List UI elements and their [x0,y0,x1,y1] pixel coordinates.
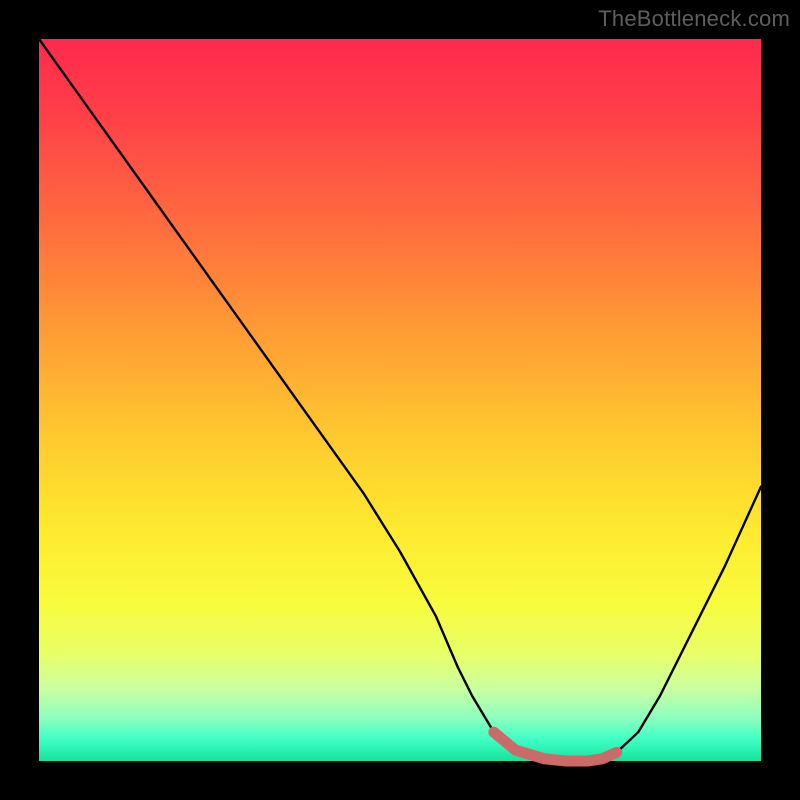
attribution-text: TheBottleneck.com [598,6,790,32]
bottleneck-curve [39,39,761,761]
chart-plot-area [39,39,761,761]
chart-svg [39,39,761,761]
chart-frame: TheBottleneck.com [0,0,800,800]
highlight-segment [494,732,617,761]
